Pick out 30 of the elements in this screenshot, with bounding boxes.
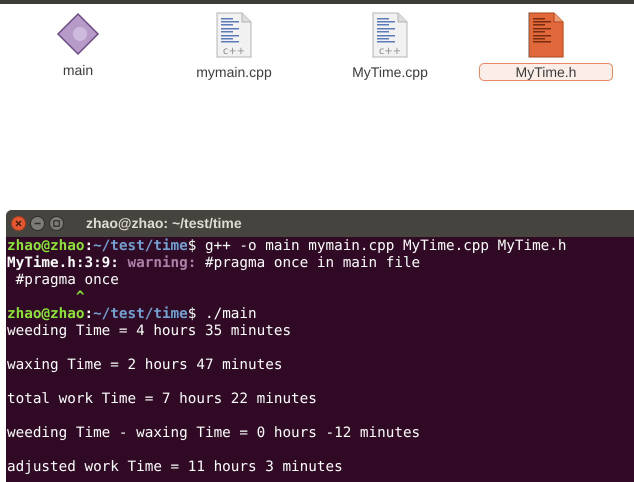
terminal-text: #pragma once in main file (204, 255, 420, 271)
document-icon: c++ (215, 12, 253, 58)
file-name[interactable]: mymain.cpp (185, 63, 283, 81)
terminal-text: warning: (126, 255, 196, 271)
window-title: zhao@zhao: ~/test/time (86, 214, 242, 233)
file-name[interactable]: MyTime.h (479, 63, 613, 81)
terminal-text: weeding Time = 4 hours 35 minutes (7, 323, 292, 339)
terminal-text: ~/test/time (93, 306, 188, 322)
terminal-text: waxing Time = 2 hours 47 minutes (7, 357, 282, 373)
file-name[interactable]: main (52, 61, 104, 79)
terminal-text: ~/test/time (93, 238, 188, 254)
terminal-text: : (84, 306, 94, 322)
document-icon: c++ (371, 12, 409, 58)
terminal-text: $ g++ -o main mymain.cpp MyTime.cpp MyTime.h (188, 238, 566, 254)
close-icon[interactable] (11, 216, 26, 231)
terminal-text: #pragma once (14, 272, 119, 288)
terminal-text: MyTime.h:3:9: (7, 255, 119, 271)
diamond-icon (56, 12, 100, 56)
document-icon (527, 12, 565, 58)
minimize-icon[interactable] (30, 216, 45, 231)
terminal-text: adjusted work Time = 11 hours 3 minutes (7, 459, 343, 475)
terminal-text: zhao@zhao (7, 306, 84, 322)
terminal-text: weeding Time - waxing Time = 0 hours -12 minutes (7, 425, 420, 441)
terminal-text: ^ (74, 289, 84, 305)
maximize-icon[interactable] (49, 216, 64, 231)
file-name[interactable]: MyTime.cpp (341, 63, 439, 81)
terminal-text: zhao@zhao (7, 238, 84, 254)
terminal-text: $ ./main (188, 306, 257, 322)
terminal-text: total work Time = 7 hours 22 minutes (7, 391, 317, 407)
terminal-text: : (84, 238, 94, 254)
